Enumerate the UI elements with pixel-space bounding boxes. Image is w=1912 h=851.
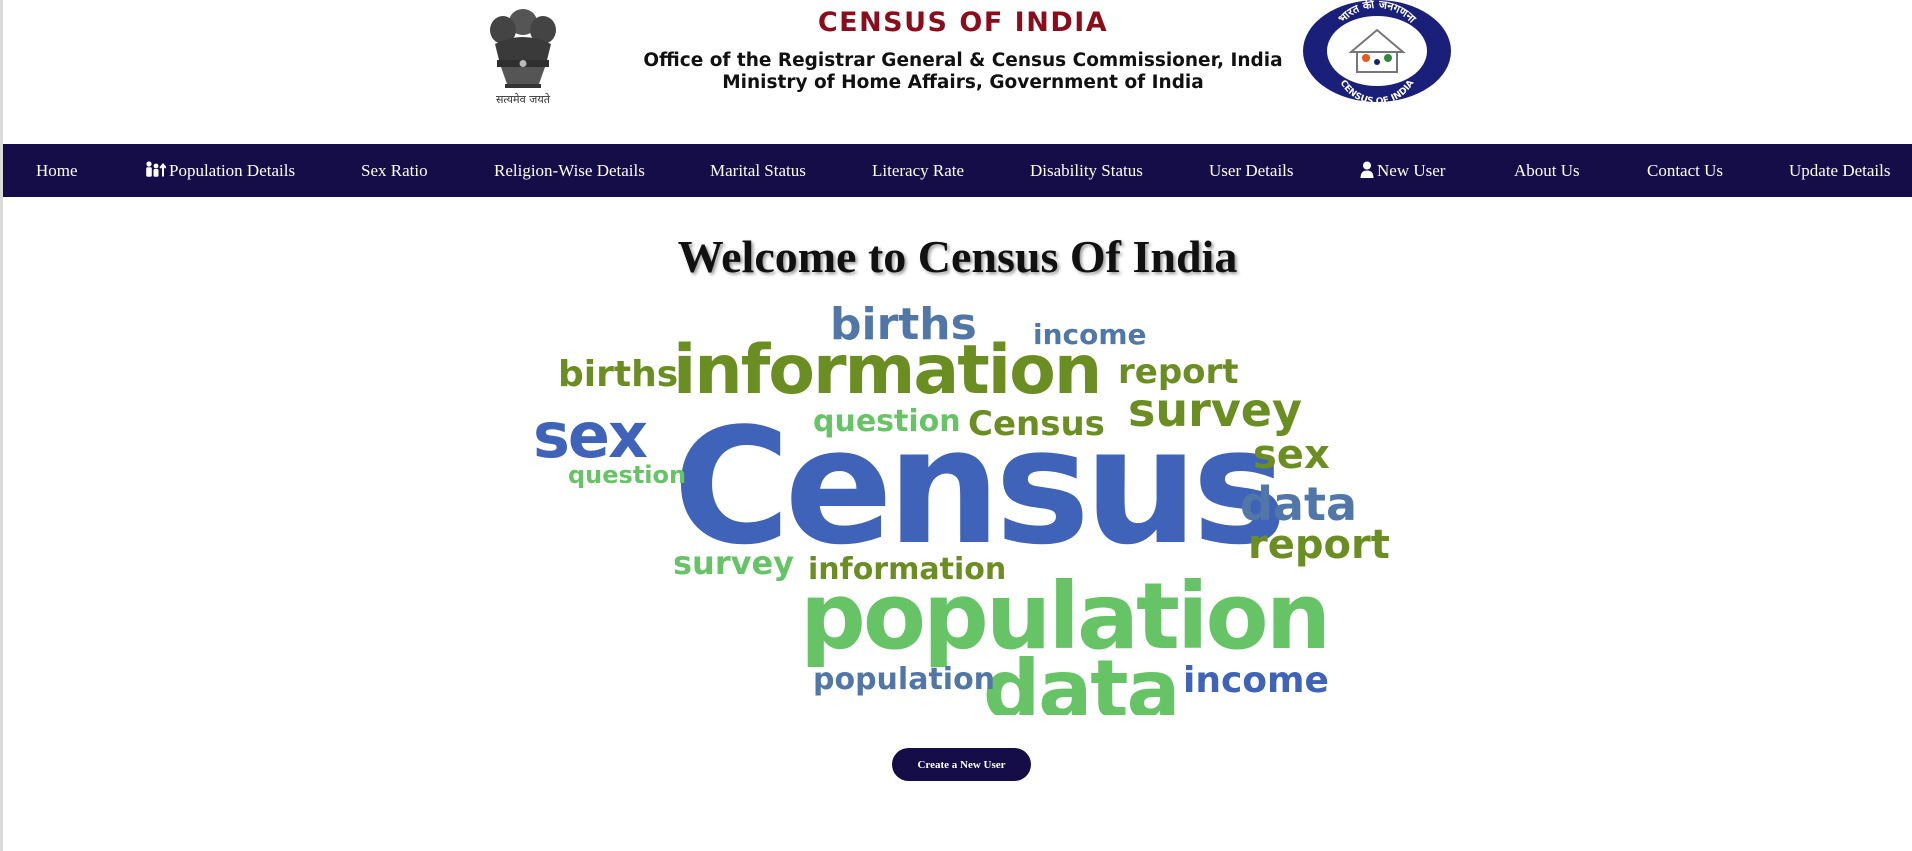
cloud-word: survey <box>673 544 795 582</box>
subtitle-line-2: Ministry of Home Affairs, Government of … <box>722 72 1204 93</box>
cloud-word: report <box>1118 352 1239 392</box>
cloud-word: income <box>1033 318 1147 351</box>
cloud-word: report <box>1248 522 1390 568</box>
emblem-motto: सत्यमेव जयते <box>495 93 550 106</box>
cloud-word: question <box>813 404 961 439</box>
nav-update-details[interactable]: Update Details <box>1789 144 1891 197</box>
census-logo: भारत की जनगणना CENSUS OF INDIA <box>1303 0 1451 107</box>
header-title-block: CENSUS OF INDIA Office of the Registrar … <box>563 8 1363 94</box>
nav-literacy-rate[interactable]: Literacy Rate <box>872 144 964 197</box>
cloud-word: Census <box>968 404 1105 444</box>
site-title: CENSUS OF INDIA <box>817 7 1109 38</box>
cloud-word: population <box>813 662 996 697</box>
subtitle-line-1: Office of the Registrar General & Census… <box>643 50 1283 71</box>
nav-user-details[interactable]: User Details <box>1209 144 1294 197</box>
nav-religion-wise-details[interactable]: Religion-Wise Details <box>494 144 645 197</box>
nav-disability-status[interactable]: Disability Status <box>1030 144 1143 197</box>
page: सत्यमेव जयते CENSUS OF INDIA Office of t… <box>0 0 1912 851</box>
nav-disability-status-label: Disability Status <box>1030 161 1143 180</box>
welcome-heading: Welcome to Census Of India <box>677 231 1238 282</box>
main-navbar: Home Population Details Sex Ratio Religi… <box>3 144 1912 197</box>
nav-literacy-rate-label: Literacy Rate <box>872 161 965 180</box>
census-logo-icon: भारत की जनगणना CENSUS OF INDIA <box>1303 0 1451 107</box>
census-word-cloud-image: Census population data information sex s… <box>528 295 1408 716</box>
nav-contact-us-label: Contact Us <box>1647 161 1724 180</box>
nav-about-us[interactable]: About Us <box>1514 144 1580 197</box>
nav-marital-status[interactable]: Marital Status <box>710 144 806 197</box>
cloud-word: data <box>1240 477 1357 531</box>
nav-user-details-label: User Details <box>1209 161 1294 180</box>
cloud-word: question <box>568 461 687 489</box>
cloud-word: information <box>808 552 1007 587</box>
cloud-word: sex <box>1253 432 1330 478</box>
lion-capital-emblem-icon <box>490 9 556 88</box>
nav-sex-ratio-label: Sex Ratio <box>361 161 428 180</box>
nav-marital-status-label: Marital Status <box>710 161 806 180</box>
nav-sex-ratio[interactable]: Sex Ratio <box>361 144 428 197</box>
nav-contact-us[interactable]: Contact Us <box>1647 144 1723 197</box>
nav-population-details-label: Population Details <box>169 161 296 180</box>
user-icon <box>1360 146 1374 199</box>
nav-home-label: Home <box>36 161 78 180</box>
national-emblem: सत्यमेव जयते <box>473 0 573 112</box>
nav-update-details-label: Update Details <box>1789 161 1891 180</box>
cloud-word: births <box>830 299 977 350</box>
nav-about-us-label: About Us <box>1514 161 1580 180</box>
nav-population-details[interactable]: Population Details <box>144 144 295 197</box>
cloud-word: income <box>1183 660 1329 701</box>
cloud-word: survey <box>1128 383 1302 437</box>
cloud-word: sex <box>533 399 648 472</box>
nav-new-user-label: New User <box>1377 161 1446 180</box>
people-up-icon <box>144 146 167 199</box>
nav-new-user[interactable]: New User <box>1360 144 1445 197</box>
create-new-user-button[interactable]: Create a New User <box>892 748 1031 781</box>
cloud-word: births <box>558 354 679 395</box>
nav-home[interactable]: Home <box>36 144 78 197</box>
cloud-word: data <box>983 643 1180 716</box>
nav-religion-wise-label: Religion-Wise Details <box>494 161 645 180</box>
